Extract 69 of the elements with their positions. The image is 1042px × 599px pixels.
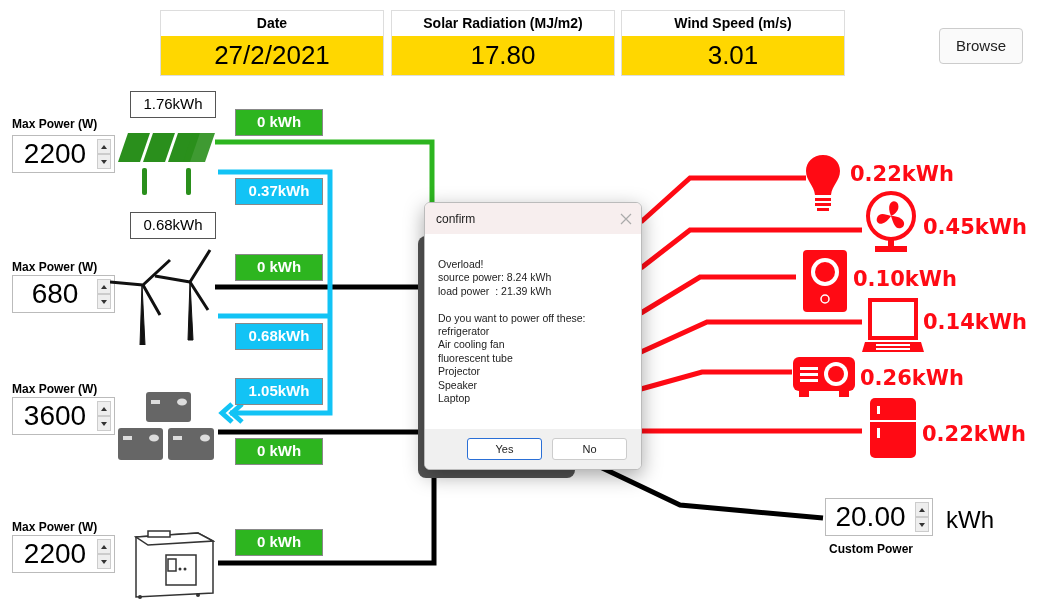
custom-power-field[interactable]: 20.00 bbox=[825, 498, 933, 536]
caret-up-icon bbox=[101, 284, 107, 289]
spin-down-button[interactable] bbox=[915, 517, 929, 532]
field-label: Max Power (W) bbox=[12, 259, 99, 276]
output-badge: 0 kWh bbox=[235, 109, 323, 136]
message-text: refrigerator bbox=[438, 325, 491, 339]
rating-label: 1.76kWh bbox=[130, 91, 216, 118]
energy-label: 0.22kWh bbox=[922, 421, 1026, 448]
caret-up-icon bbox=[101, 144, 107, 149]
message-text: Speaker bbox=[438, 378, 479, 393]
spin-up-button[interactable] bbox=[97, 401, 111, 416]
energy-label: 0.45kWh bbox=[923, 214, 1027, 241]
spin-down-button[interactable] bbox=[97, 416, 111, 431]
card-value: 27/2/2021 bbox=[161, 36, 383, 75]
transfer-badge: 0.37kWh bbox=[235, 178, 323, 205]
output-badge: 0 kWh bbox=[235, 438, 323, 465]
field-label: Max Power (W) bbox=[12, 116, 99, 133]
field-label: Custom Power bbox=[829, 541, 913, 558]
unit-label: kWh bbox=[946, 505, 994, 535]
caret-down-icon bbox=[101, 299, 107, 304]
refrigerator-icon bbox=[870, 398, 916, 460]
transfer-badge: 0.68kWh bbox=[235, 323, 323, 350]
max-power-field[interactable]: 3600 bbox=[12, 397, 115, 435]
card-value: 17.80 bbox=[392, 36, 614, 75]
message-text: Air cooling fan bbox=[438, 338, 506, 352]
message-text: source power: 8.24 kWh bbox=[438, 271, 553, 285]
spin-down-button[interactable] bbox=[97, 294, 111, 309]
output-badge: 0 kWh bbox=[235, 529, 323, 556]
projector-icon bbox=[793, 357, 855, 399]
caret-up-icon bbox=[101, 544, 107, 549]
max-power-field[interactable]: 2200 bbox=[12, 535, 115, 573]
message-text: fluorescent tube bbox=[438, 351, 514, 366]
message-text: Laptop bbox=[438, 392, 472, 406]
caret-down-icon bbox=[101, 159, 107, 164]
energy-label: 0.26kWh bbox=[860, 365, 964, 392]
spin-down-button[interactable] bbox=[97, 554, 111, 569]
energy-label: 0.14kWh bbox=[923, 309, 1027, 336]
dialog-title: confirm bbox=[436, 210, 476, 228]
speaker-icon bbox=[803, 250, 847, 312]
message-text: Do you want to power off these: bbox=[438, 311, 587, 325]
energy-label: 0.22kWh bbox=[850, 161, 954, 188]
max-power-field[interactable]: 2200 bbox=[12, 135, 115, 173]
dialog-button[interactable]: No bbox=[552, 438, 627, 460]
caret-down-icon bbox=[101, 421, 107, 426]
message-text: Projector bbox=[438, 365, 481, 379]
max-power-field[interactable]: 680 bbox=[12, 275, 115, 313]
output-badge: 0 kWh bbox=[235, 254, 323, 281]
caret-down-icon bbox=[101, 559, 107, 564]
field-label: Max Power (W) bbox=[12, 519, 99, 536]
rating-label: 0.68kWh bbox=[130, 212, 216, 239]
spin-up-button[interactable] bbox=[915, 502, 929, 517]
message-text: Overload! bbox=[438, 258, 485, 272]
caret-up-icon bbox=[919, 507, 925, 512]
transfer-badge: 1.05kWh bbox=[235, 378, 323, 405]
spin-up-button[interactable] bbox=[97, 539, 111, 554]
field-label: Max Power (W) bbox=[12, 381, 99, 398]
browse-button[interactable]: Browse bbox=[939, 28, 1023, 64]
laptop-icon bbox=[862, 298, 924, 355]
energy-label: 0.10kWh bbox=[853, 266, 957, 293]
battery-stack-icon bbox=[118, 390, 215, 460]
caret-down-icon bbox=[919, 522, 925, 527]
spin-up-button[interactable] bbox=[97, 279, 111, 294]
message-text: load power : 21.39 kWh bbox=[438, 284, 553, 299]
fan-icon bbox=[865, 190, 917, 255]
spin-up-button[interactable] bbox=[97, 139, 111, 154]
spin-down-button[interactable] bbox=[97, 154, 111, 169]
caret-up-icon bbox=[101, 406, 107, 411]
dialog-button[interactable]: Yes bbox=[467, 438, 542, 460]
card-value: 3.01 bbox=[622, 36, 844, 75]
